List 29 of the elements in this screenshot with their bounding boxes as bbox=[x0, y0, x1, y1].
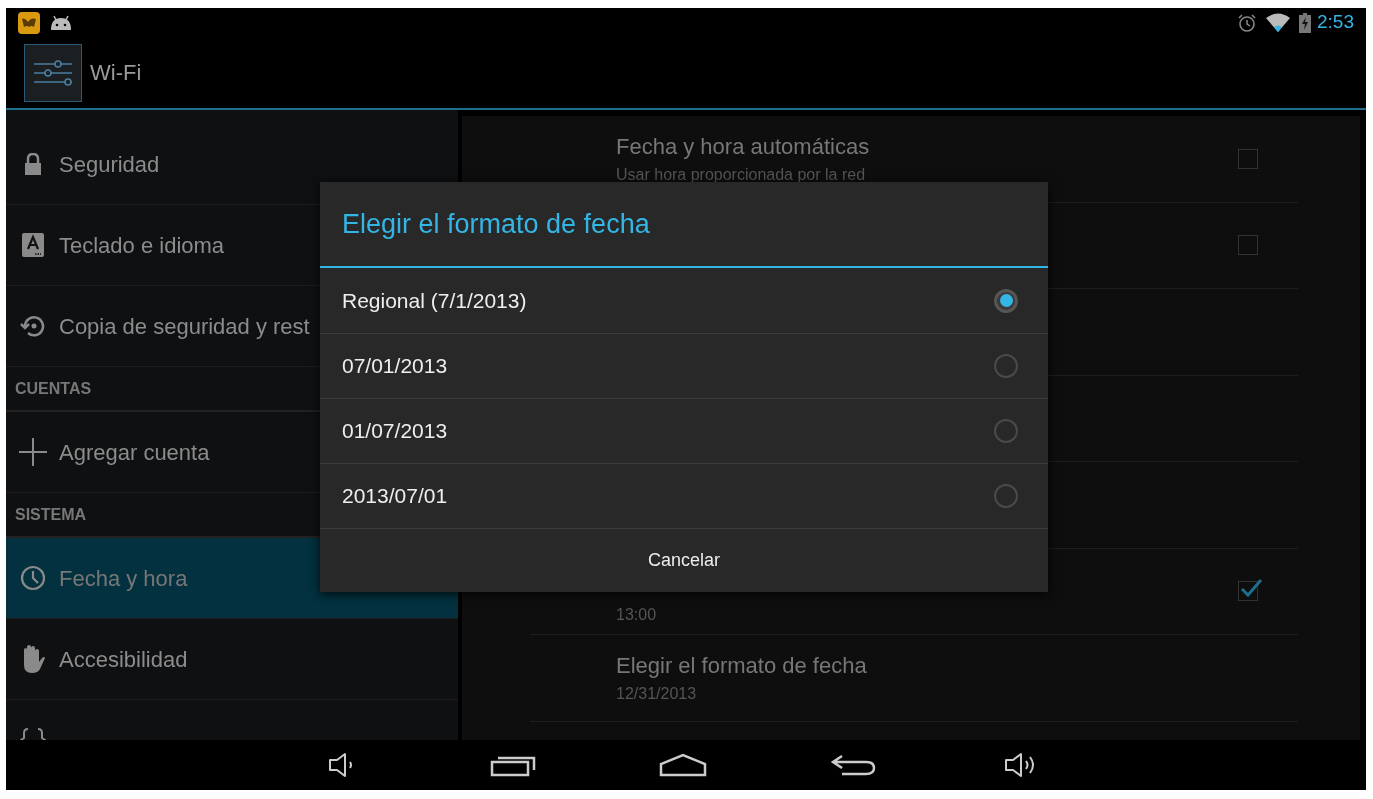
radio[interactable] bbox=[994, 354, 1018, 378]
section-header: SISTEMA bbox=[15, 505, 87, 525]
app-notification-icon bbox=[18, 11, 40, 34]
setting-summary: 13:00 bbox=[616, 605, 658, 626]
android-icon bbox=[48, 14, 74, 31]
setting-summary: Usar hora proporcionada por la red bbox=[616, 165, 867, 186]
alarm-icon bbox=[1237, 12, 1257, 33]
radio[interactable] bbox=[994, 419, 1018, 443]
selected-radio[interactable] bbox=[994, 288, 1018, 313]
action-bar-title: Wi-Fi bbox=[90, 59, 142, 87]
checkbox[interactable] bbox=[1238, 235, 1258, 256]
sidebar-item[interactable]: Accesibilidad bbox=[6, 619, 458, 700]
checkbox[interactable] bbox=[1238, 148, 1258, 169]
back-icon bbox=[830, 753, 876, 777]
clock-icon bbox=[18, 565, 48, 591]
settings-app-icon[interactable] bbox=[24, 43, 82, 102]
setting-title: Fecha y hora automáticas bbox=[616, 133, 871, 162]
cancel-button[interactable]: Cancelar bbox=[320, 528, 1048, 592]
wifi-icon bbox=[1265, 12, 1291, 33]
radio-option[interactable]: 07/01/2013 bbox=[320, 333, 1048, 398]
clock-time: 2:53 bbox=[1317, 10, 1354, 35]
battery-icon bbox=[1299, 12, 1311, 33]
home-icon bbox=[658, 753, 708, 777]
radio[interactable] bbox=[994, 484, 1018, 508]
section-header: CUENTAS bbox=[15, 379, 92, 399]
setting-title: Elegir el formato de fecha bbox=[616, 652, 868, 681]
radio-option[interactable]: 01/07/2013 bbox=[320, 398, 1048, 463]
setting-summary: 12/31/2013 bbox=[616, 684, 698, 705]
plus-icon bbox=[18, 437, 48, 467]
